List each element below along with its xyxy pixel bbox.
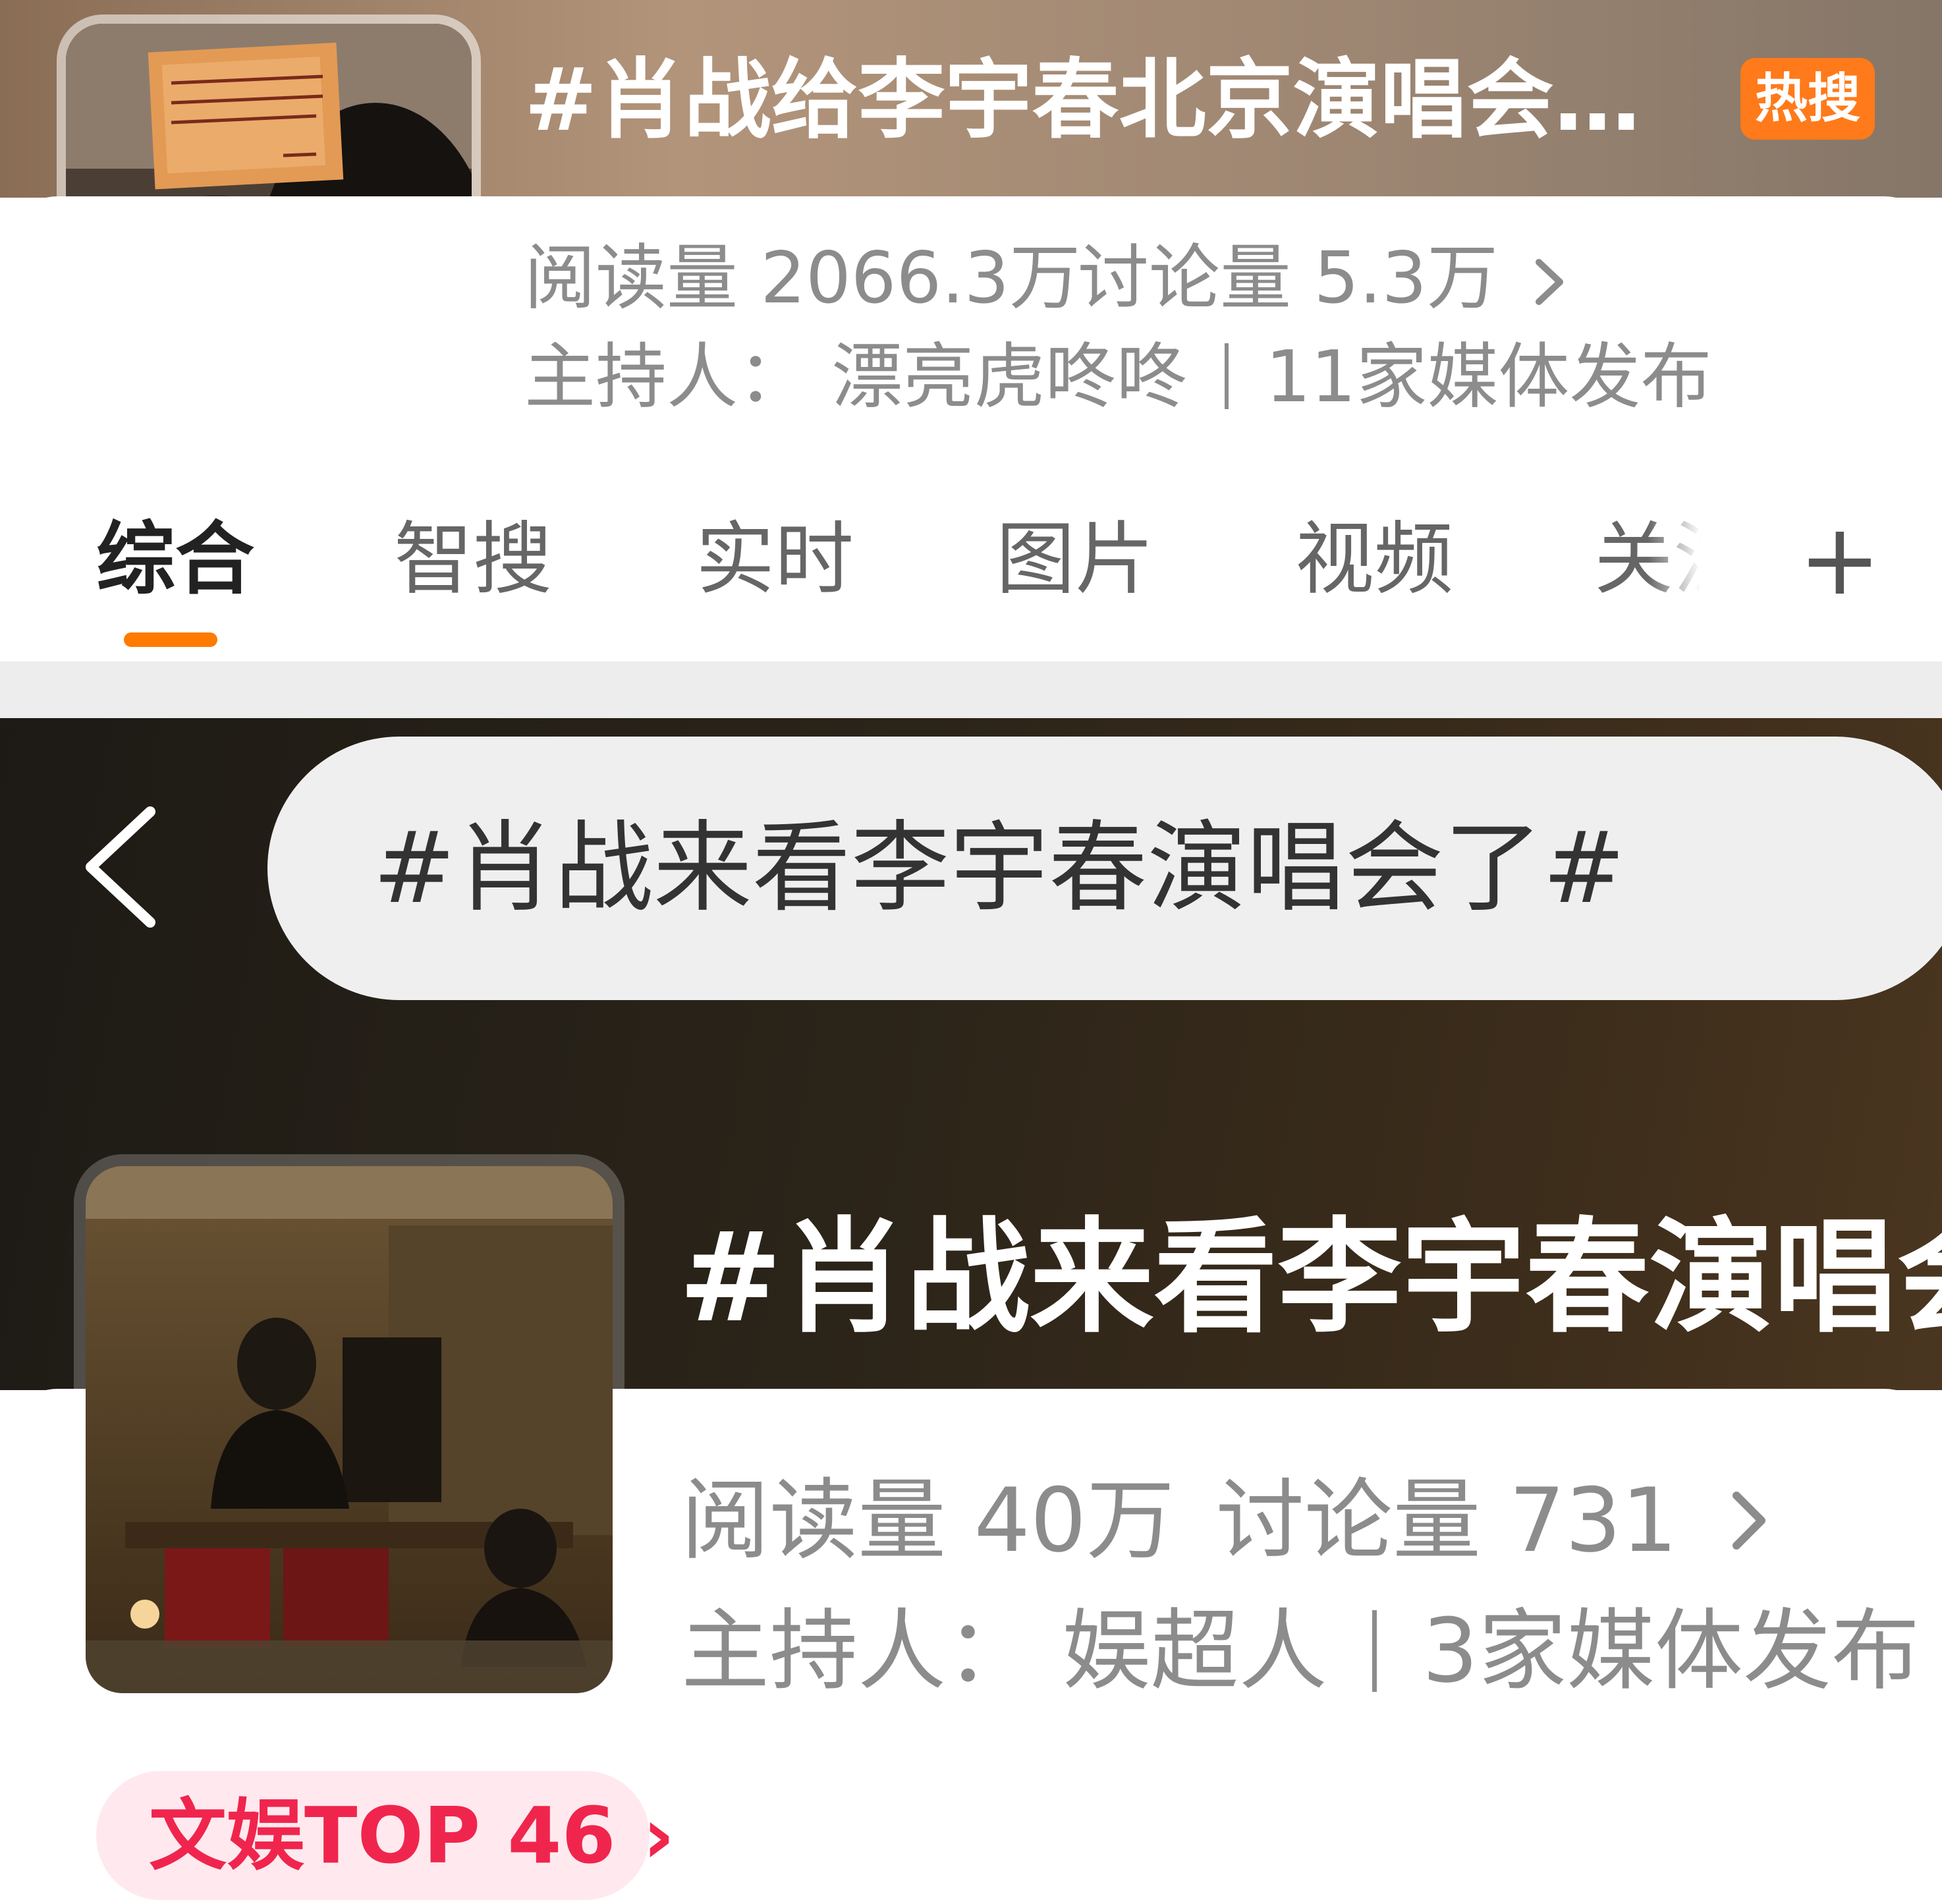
media-count: 11家媒体发布	[1265, 336, 1712, 418]
add-tab-button[interactable]: +	[1798, 501, 1881, 619]
chevron-right-icon[interactable]	[1530, 256, 1569, 308]
divider	[1372, 1610, 1377, 1692]
read-count: 阅读量 40万	[681, 1468, 1175, 1573]
topic-page-2: #肖战来看李宇春演唱会了# 阅读量 40万 讨论量 731 主持人： 娱超人 3…	[0, 718, 1942, 1904]
active-tab-indicator	[124, 632, 217, 647]
read-count-value: 2066.3万	[760, 237, 1081, 320]
host-label[interactable]: 主持人： 娱超人	[681, 1600, 1327, 1702]
search-query[interactable]: #肖战来看李宇春演唱会了#	[373, 809, 1625, 928]
tab-smart-search[interactable]: 智搜	[394, 501, 552, 619]
discussion-count-value: 5.3万	[1314, 237, 1499, 320]
host-label[interactable]: 主持人： 漂亮虎咚咚	[524, 336, 1187, 418]
topic-title[interactable]: #肖战给李宇春北京演唱会…	[524, 47, 1710, 153]
tab-images[interactable]: 图片	[996, 501, 1154, 619]
media-count: 3家媒体发布	[1422, 1600, 1920, 1702]
tab-videos[interactable]: 视频	[1295, 501, 1453, 619]
read-count-label: 阅读量	[524, 237, 738, 320]
discussion-count: 讨论量 5.3万	[1078, 236, 1498, 322]
search-bar[interactable]: #肖战来看李宇春演唱会了#	[267, 737, 1942, 1000]
discussion-count-label: 讨论量	[1078, 237, 1292, 320]
hot-search-badge: 热搜	[1740, 58, 1875, 140]
ranking-badge[interactable]: 文娱TOP 46 ›	[96, 1771, 675, 1900]
read-count: 阅读量 2066.3万	[524, 236, 1080, 322]
section-divider	[0, 661, 1942, 718]
read-count-value: 40万	[974, 1469, 1175, 1572]
discussion-count-value: 731	[1509, 1469, 1678, 1572]
back-arrow-icon[interactable]	[78, 801, 163, 933]
tab-general[interactable]: 综合	[96, 501, 254, 619]
read-count-label: 阅读量	[681, 1469, 947, 1572]
topic-title[interactable]: #肖战来看李宇春演唱会	[679, 1206, 1942, 1351]
ranking-badge-label: 文娱TOP 46 ›	[149, 1790, 675, 1881]
chevron-right-icon[interactable]	[1726, 1488, 1772, 1554]
host-info: 主持人： 漂亮虎咚咚 11家媒体发布	[524, 335, 1711, 420]
topic-page-1: #肖战给李宇春北京演唱会… 热搜 阅读量 2066.3万 讨论量 5.3万 主持…	[0, 0, 1942, 718]
tab-bar: 综合 智搜 实时 图片 视频 关注 +	[0, 501, 1942, 659]
discussion-count: 讨论量 731	[1216, 1468, 1677, 1573]
discussion-count-label: 讨论量	[1216, 1469, 1482, 1572]
topic-thumbnail-concert[interactable]	[86, 1166, 613, 1693]
divider	[1224, 343, 1229, 409]
tab-following[interactable]: 关注	[1594, 501, 1713, 619]
tab-realtime[interactable]: 实时	[696, 501, 854, 619]
host-info: 主持人： 娱超人 3家媒体发布	[681, 1598, 1920, 1704]
